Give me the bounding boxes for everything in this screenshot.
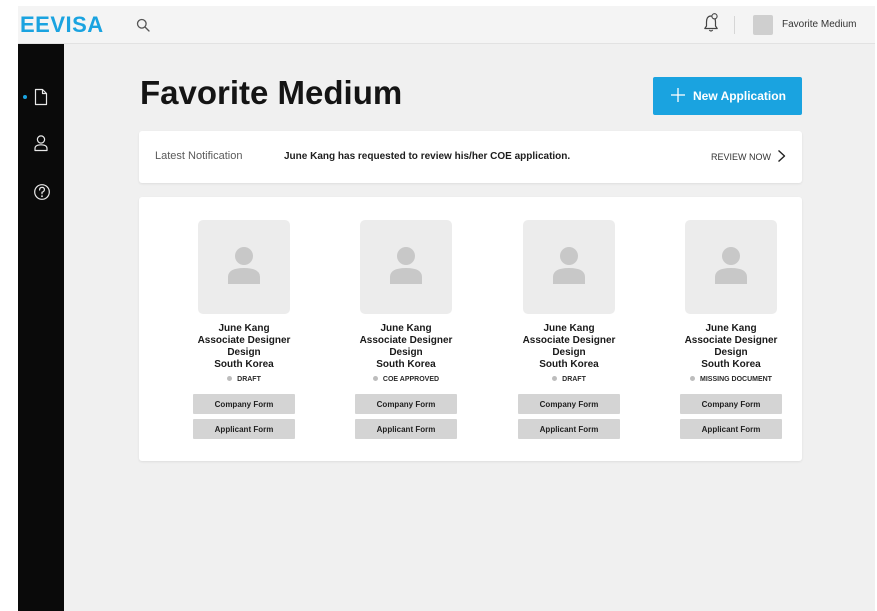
- notification-label: Latest Notification: [155, 150, 243, 162]
- applicant-country: South Korea: [376, 359, 436, 370]
- applicant-form-button[interactable]: Applicant Form: [193, 419, 295, 439]
- status-dot: [690, 376, 696, 381]
- review-now-link[interactable]: REVIEW NOW: [711, 152, 771, 162]
- sidebar-item-profile[interactable]: [18, 130, 64, 156]
- applicant-title: Associate Designer: [522, 335, 616, 346]
- applicant-country: South Korea: [539, 359, 599, 370]
- applicant-photo[interactable]: [198, 220, 290, 314]
- applicant-form-button[interactable]: Applicant Form: [518, 419, 620, 439]
- applicant-department: Design: [552, 347, 586, 358]
- logo[interactable]: EEVISA: [18, 6, 118, 44]
- applicant-form-button[interactable]: Applicant Form: [355, 419, 457, 439]
- new-application-label: New Application: [693, 89, 786, 103]
- plus-icon: [671, 88, 685, 102]
- applicant-department: Design: [389, 347, 423, 358]
- status-badge: MISSING DOCUMENT: [676, 376, 786, 383]
- status-badge: DRAFT: [189, 376, 299, 383]
- applicant-department: Design: [227, 347, 261, 358]
- applicant-title: Associate Designer: [359, 335, 453, 346]
- top-bar: EEVISA Favorite Medium: [18, 6, 875, 44]
- applicant-country: South Korea: [214, 359, 274, 370]
- status-dot: [372, 376, 378, 381]
- application-card: June Kang Associate Designer Design Sout…: [189, 197, 299, 461]
- applicant-title: Associate Designer: [684, 335, 778, 346]
- application-card: June Kang Associate Designer Design Sout…: [514, 197, 624, 461]
- applicant-photo[interactable]: [523, 220, 615, 314]
- status-badge: DRAFT: [514, 376, 624, 383]
- status-badge: COE APPROVED: [351, 376, 461, 383]
- company-form-button[interactable]: Company Form: [518, 394, 620, 414]
- applicant-name: June Kang: [705, 323, 757, 334]
- person-placeholder-icon: [228, 247, 260, 284]
- active-indicator: [23, 95, 27, 99]
- applicant-country: South Korea: [701, 359, 761, 370]
- document-icon: [34, 88, 48, 106]
- page-title: Favorite Medium: [140, 74, 403, 111]
- chevron-right-icon[interactable]: [777, 149, 786, 163]
- applicant-form-button[interactable]: Applicant Form: [680, 419, 782, 439]
- search-icon[interactable]: [136, 18, 150, 32]
- applicant-name: June Kang: [380, 323, 432, 334]
- applications-card: June Kang Associate Designer Design Sout…: [139, 197, 802, 461]
- person-placeholder-icon: [715, 247, 747, 284]
- new-application-button[interactable]: New Application: [653, 77, 802, 115]
- sidebar: [18, 44, 64, 611]
- app-frame: EEVISA Favorite Medium Favorite Medium N…: [18, 6, 875, 611]
- person-placeholder-icon: [390, 247, 422, 284]
- bell-icon[interactable]: [703, 13, 719, 33]
- applicant-photo[interactable]: [360, 220, 452, 314]
- user-name[interactable]: Favorite Medium: [782, 6, 856, 44]
- status-label: DRAFT: [562, 376, 586, 383]
- sidebar-item-applications[interactable]: [18, 84, 64, 110]
- applicant-photo[interactable]: [685, 220, 777, 314]
- status-dot: [552, 376, 558, 381]
- status-dot: [227, 376, 233, 381]
- topbar-divider: [734, 16, 735, 34]
- status-label: DRAFT: [237, 376, 261, 383]
- application-card: June Kang Associate Designer Design Sout…: [676, 197, 786, 461]
- avatar[interactable]: [753, 15, 773, 35]
- sidebar-item-help[interactable]: [18, 179, 64, 205]
- notification-card: Latest Notification June Kang has reques…: [139, 131, 802, 183]
- company-form-button[interactable]: Company Form: [680, 394, 782, 414]
- notification-message: June Kang has requested to review his/he…: [284, 151, 571, 162]
- status-label: MISSING DOCUMENT: [700, 376, 772, 383]
- applicant-name: June Kang: [218, 323, 270, 334]
- applicant-title: Associate Designer: [197, 335, 291, 346]
- user-icon: [34, 135, 48, 152]
- applicant-department: Design: [714, 347, 748, 358]
- company-form-button[interactable]: Company Form: [355, 394, 457, 414]
- applicant-name: June Kang: [543, 323, 595, 334]
- help-icon: [34, 184, 50, 200]
- applicant-info: June Kang Associate Designer Design Sout…: [676, 323, 786, 371]
- status-label: COE APPROVED: [382, 376, 440, 383]
- company-form-button[interactable]: Company Form: [193, 394, 295, 414]
- person-placeholder-icon: [553, 247, 585, 284]
- applicant-info: June Kang Associate Designer Design Sout…: [514, 323, 624, 371]
- application-card: June Kang Associate Designer Design Sout…: [351, 197, 461, 461]
- applicant-info: June Kang Associate Designer Design Sout…: [189, 323, 299, 371]
- applicant-info: June Kang Associate Designer Design Sout…: [351, 323, 461, 371]
